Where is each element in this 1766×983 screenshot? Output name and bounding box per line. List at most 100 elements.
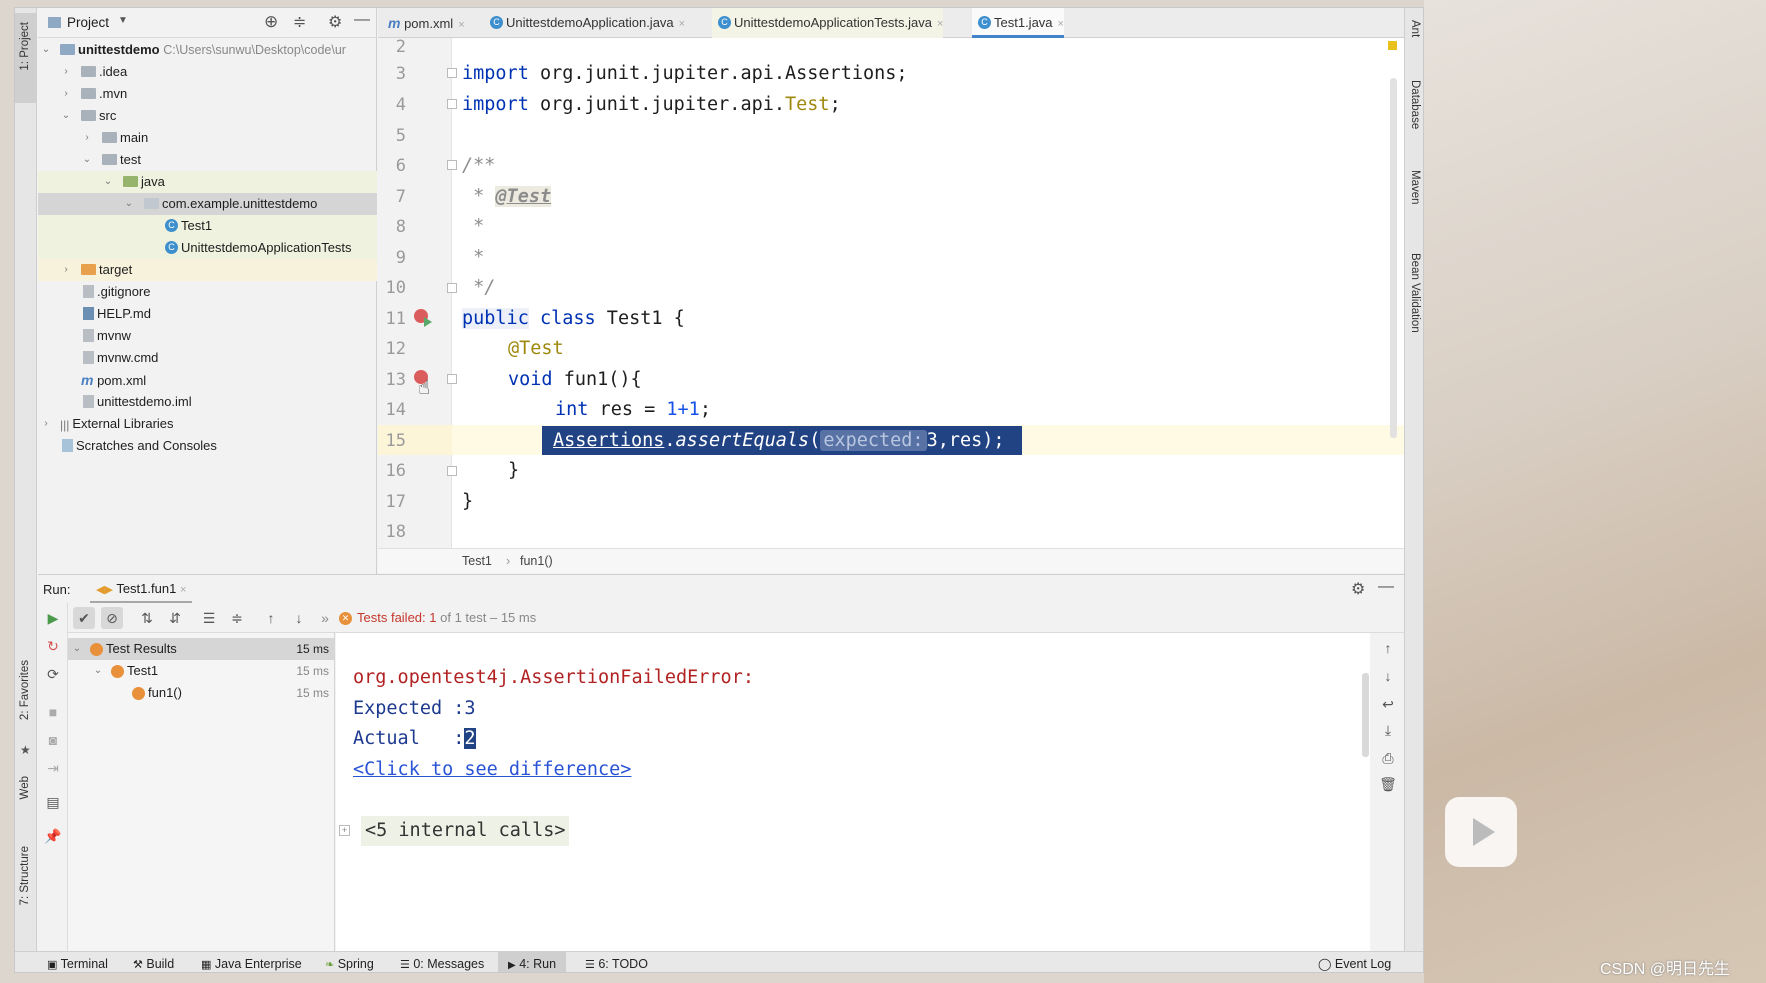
sort-alpha-icon[interactable]: ⇅	[136, 607, 158, 629]
collapse-icon[interactable]: ≑	[293, 12, 306, 32]
tree-item-iml[interactable]: unittestdemo.iml	[38, 391, 377, 413]
arrow-up-icon[interactable]: ↑	[1377, 637, 1399, 659]
collapse-all-icon[interactable]: ≑	[226, 607, 248, 629]
code-editor[interactable]: 2 3 4 5 6 7 8 9 10 11 12 13 14 15 16 17 …	[378, 38, 1404, 548]
rerun-failed-icon[interactable]: ↻	[42, 635, 64, 657]
bean-validation-tool-label[interactable]: Bean Validation	[1409, 253, 1421, 333]
chevron-right-icon[interactable]: ›	[40, 413, 52, 435]
tree-item-src[interactable]: ⌄ src	[38, 105, 377, 127]
breadcrumb-method[interactable]: fun1()	[520, 549, 553, 573]
fold-icon[interactable]	[447, 160, 457, 170]
project-panel-title[interactable]: Project	[67, 15, 109, 30]
tree-item-help[interactable]: HELP.md	[38, 303, 377, 325]
tree-item-external-libraries[interactable]: › ||| External Libraries	[38, 413, 377, 435]
tree-item-main[interactable]: › main	[38, 127, 377, 149]
chevron-down-icon[interactable]: ⌄	[40, 39, 52, 61]
fold-icon[interactable]	[447, 466, 457, 476]
minimize-icon[interactable]: —	[1378, 578, 1394, 596]
test-class-row[interactable]: ⌄ Test1 15 ms	[68, 660, 335, 682]
console-output[interactable]: org.opentest4j.AssertionFailedError: Exp…	[336, 633, 1370, 952]
spring-tool[interactable]: ❧ Spring	[325, 952, 374, 972]
close-icon[interactable]: ×	[679, 18, 685, 30]
expand-all-icon[interactable]: ☰	[198, 607, 220, 629]
camera-icon[interactable]: ◙	[42, 729, 64, 751]
event-log-tool[interactable]: ◯ Event Log	[1318, 952, 1391, 972]
sort-duration-icon[interactable]: ⇵	[164, 607, 186, 629]
test-results-root[interactable]: ⌄ Test Results 15 ms	[68, 638, 335, 660]
internal-calls[interactable]: <5 internal calls>	[361, 816, 570, 846]
tree-item-pom[interactable]: m pom.xml	[38, 369, 377, 391]
expand-icon[interactable]: +	[339, 825, 350, 836]
arrow-down-icon[interactable]: ↓	[288, 607, 310, 629]
chevron-right-icon[interactable]: ›	[60, 83, 72, 105]
close-icon[interactable]: ×	[458, 19, 464, 31]
chevron-down-icon[interactable]: ⌄	[60, 105, 72, 127]
ant-tool-label[interactable]: Ant	[1409, 20, 1421, 37]
gear-icon[interactable]: ⚙	[1351, 579, 1365, 599]
fold-icon[interactable]	[447, 99, 457, 109]
tab-application-tests[interactable]: C UnittestdemoApplicationTests.java ×	[712, 8, 944, 38]
scroll-to-end-icon[interactable]: ⤓	[1377, 719, 1399, 741]
minimize-icon[interactable]: —	[354, 11, 370, 29]
terminal-tool[interactable]: ▣ Terminal	[47, 952, 108, 972]
favorites-tool-label[interactable]: 2: Favorites	[19, 660, 31, 720]
tree-item-apptests[interactable]: C UnittestdemoApplicationTests	[38, 237, 377, 259]
toggle-auto-test-icon[interactable]: ⟳	[42, 663, 64, 685]
tree-root[interactable]: ⌄ unittestdemo C:\Users\sunwu\Desktop\co…	[38, 39, 377, 61]
project-tool-label[interactable]: 1: Project	[19, 22, 31, 71]
stop-icon[interactable]: ■	[42, 701, 64, 723]
todo-tool[interactable]: ☰ 6: TODO	[585, 952, 648, 972]
tree-item-test[interactable]: ⌄ test	[38, 149, 377, 171]
tree-item-java[interactable]: ⌄ java	[38, 171, 377, 193]
tab-test1-java[interactable]: C Test1.java ×	[972, 8, 1064, 38]
close-icon[interactable]: ×	[1058, 18, 1064, 30]
show-passed-icon[interactable]: ✔	[73, 607, 95, 629]
fold-icon[interactable]	[447, 68, 457, 78]
chevron-down-icon[interactable]: ⌄	[123, 193, 135, 215]
show-ignored-icon[interactable]: ⊘	[101, 607, 123, 629]
tab-application[interactable]: C UnittestdemoApplication.java ×	[484, 8, 685, 38]
trash-icon[interactable]: 🗑	[1377, 773, 1399, 795]
java-enterprise-tool[interactable]: ▦ Java Enterprise	[201, 952, 302, 972]
chevron-right-icon[interactable]: ›	[60, 61, 72, 83]
editor-scrollbar[interactable]	[1390, 78, 1397, 438]
breadcrumb-class[interactable]: Test1	[462, 549, 492, 573]
video-play-button[interactable]	[1445, 797, 1517, 867]
arrow-up-icon[interactable]: ↑	[260, 607, 282, 629]
tab-pom-xml[interactable]: m pom.xml ×	[382, 8, 465, 38]
tree-item-mvn[interactable]: › .mvn	[38, 83, 377, 105]
tree-item-idea[interactable]: › .idea	[38, 61, 377, 83]
close-icon[interactable]: ×	[180, 584, 186, 596]
structure-tool-label[interactable]: 7: Structure	[19, 846, 31, 905]
tree-item-mvnwcmd[interactable]: mvnw.cmd	[38, 347, 377, 369]
maven-tool-label[interactable]: Maven	[1409, 170, 1421, 205]
fold-icon[interactable]	[447, 283, 457, 293]
tree-item-scratches[interactable]: Scratches and Consoles	[38, 435, 377, 457]
print-icon[interactable]: ⎙	[1377, 747, 1399, 769]
build-tool[interactable]: ⚒ Build	[133, 952, 174, 972]
chevron-right-icon[interactable]: ›	[60, 259, 72, 281]
locate-icon[interactable]: ⊕	[264, 12, 278, 32]
run-tab[interactable]: ◀▶ Test1.fun1 ×	[90, 575, 193, 603]
web-tool-label[interactable]: Web	[19, 776, 31, 799]
messages-tool[interactable]: ☰ 0: Messages	[400, 952, 484, 972]
tree-item-target[interactable]: › target	[38, 259, 377, 281]
run-icon[interactable]	[424, 317, 432, 327]
tree-item-test1[interactable]: C Test1	[38, 215, 377, 237]
chevron-down-icon[interactable]: ▼	[118, 15, 128, 26]
chevron-right-icon[interactable]: ›	[81, 127, 93, 149]
gear-icon[interactable]: ⚙	[328, 12, 342, 32]
tree-item-package[interactable]: ⌄ com.example.unittestdemo	[38, 193, 377, 215]
run-tool[interactable]: ▶ 4: Run	[498, 952, 567, 972]
rerun-icon[interactable]: ▶	[42, 607, 64, 629]
database-tool-label[interactable]: Database	[1409, 80, 1421, 129]
diff-link[interactable]: <Click to see difference>	[353, 755, 631, 785]
fold-icon[interactable]	[447, 374, 457, 384]
test-method-row[interactable]: fun1() 15 ms	[68, 682, 335, 704]
soft-wrap-icon[interactable]: ↩	[1377, 693, 1399, 715]
more-icon[interactable]: »	[314, 607, 336, 629]
chevron-down-icon[interactable]: ⌄	[71, 638, 83, 660]
arrow-down-icon[interactable]: ↓	[1377, 665, 1399, 687]
tree-item-gitignore[interactable]: .gitignore	[38, 281, 377, 303]
pin-icon[interactable]: 📌	[42, 825, 64, 847]
